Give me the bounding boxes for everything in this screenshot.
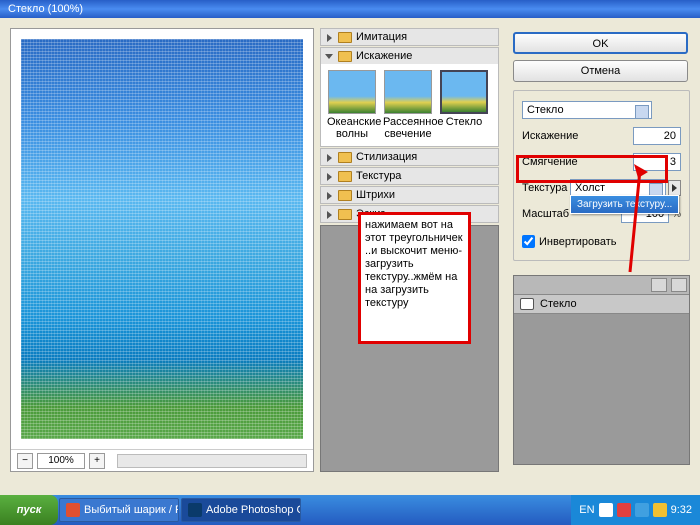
invert-checkbox[interactable] — [522, 235, 535, 248]
thumb-image — [440, 70, 488, 114]
chevron-right-icon — [325, 191, 334, 200]
tray-icon[interactable] — [617, 503, 631, 517]
category-label: Стилизация — [356, 151, 417, 163]
options-panel: OK Отмена Стекло Искажение Смягчение Тек… — [505, 18, 700, 472]
folder-icon — [338, 190, 352, 201]
thumb-label: Океанские волны — [327, 116, 381, 140]
texture-value: Холст — [575, 182, 605, 194]
filter-select[interactable]: Стекло — [522, 101, 652, 119]
eye-icon[interactable] — [520, 298, 534, 310]
folder-icon — [338, 171, 352, 182]
zoom-in-button[interactable]: + — [89, 453, 105, 469]
photoshop-icon — [188, 503, 202, 517]
category-label: Имитация — [356, 31, 407, 43]
distortion-label: Искажение — [522, 130, 633, 142]
category-label: Текстура — [356, 170, 401, 182]
delete-effect-layer-button[interactable] — [671, 278, 687, 292]
tray-icon[interactable] — [653, 503, 667, 517]
window-titlebar: Стекло (100%) — [0, 0, 700, 18]
category-label: Искажение — [356, 50, 412, 62]
clock[interactable]: 9:32 — [671, 504, 692, 516]
thumb-label: Стекло — [446, 116, 483, 128]
start-button[interactable]: пуск — [0, 495, 58, 525]
load-texture-menu-item[interactable]: Загрузить текстуру... — [570, 195, 679, 214]
category-stylize[interactable]: Стилизация — [320, 148, 499, 166]
horizontal-scrollbar[interactable] — [117, 454, 307, 468]
chevron-right-icon — [325, 172, 334, 181]
folder-icon — [338, 152, 352, 163]
effect-layer-label: Стекло — [540, 298, 577, 310]
folder-icon — [338, 209, 352, 220]
folder-icon — [338, 51, 352, 62]
texture-flyout-button[interactable] — [668, 180, 681, 196]
category-texture[interactable]: Текстура — [320, 167, 499, 185]
category-strokes[interactable]: Штрихи — [320, 186, 499, 204]
taskbar: пуск Выбитый шарик / Ph... Adobe Photosh… — [0, 495, 700, 525]
taskbar-item-label: Выбитый шарик / Ph... — [84, 504, 179, 516]
new-effect-layer-button[interactable] — [651, 278, 667, 292]
annotation-text: нажимаем вот на этот треугольничек ..и в… — [365, 219, 463, 309]
chevron-right-icon — [325, 153, 334, 162]
zoom-out-button[interactable]: − — [17, 453, 33, 469]
thumb-image — [328, 70, 376, 114]
tray-icon[interactable] — [635, 503, 649, 517]
ok-button[interactable]: OK — [513, 32, 688, 54]
chevron-right-icon — [325, 210, 334, 219]
invert-label: Инвертировать — [539, 236, 616, 248]
window-title: Стекло (100%) — [8, 3, 83, 15]
distortion-input[interactable] — [633, 127, 681, 145]
chevron-down-icon — [325, 52, 334, 61]
chevron-down-icon — [640, 109, 646, 113]
effect-layers-panel: Стекло — [513, 275, 690, 465]
category-label: Штрихи — [356, 189, 395, 201]
taskbar-item-label: Adobe Photoshop CS... — [206, 504, 301, 516]
language-indicator[interactable]: EN — [579, 504, 594, 516]
taskbar-item[interactable]: Выбитый шарик / Ph... — [59, 498, 179, 522]
chevron-down-icon — [654, 187, 660, 191]
annotation-text-box: нажимаем вот на этот треугольничек ..и в… — [358, 212, 471, 344]
cancel-button[interactable]: Отмена — [513, 60, 688, 82]
filter-thumb-ocean-waves[interactable]: Океанские волны — [327, 70, 377, 140]
workspace: − 100% + Имитация Искажение Океанские во… — [0, 18, 700, 472]
thumb-label: Рассеянное свечение — [383, 116, 444, 140]
zoom-value[interactable]: 100% — [37, 453, 85, 469]
preview-image — [21, 39, 303, 439]
preview-panel: − 100% + — [10, 28, 314, 472]
filter-select-value: Стекло — [527, 104, 564, 116]
taskbar-item[interactable]: Adobe Photoshop CS... — [181, 498, 301, 522]
folder-icon — [338, 32, 352, 43]
system-tray: EN 9:32 — [571, 495, 700, 525]
filter-thumb-diffuse-glow[interactable]: Рассеянное свечение — [383, 70, 433, 140]
distortion-row: Искажение — [522, 127, 681, 145]
preview-controls: − 100% + — [11, 449, 313, 471]
chevron-right-icon — [325, 33, 334, 42]
category-distortion[interactable]: Искажение Океанские волны Рассеянное све… — [320, 47, 499, 147]
invert-checkbox-row: Инвертировать — [522, 235, 681, 248]
thumb-image — [384, 70, 432, 114]
annotation-highlight-box — [516, 155, 668, 183]
category-imitation[interactable]: Имитация — [320, 28, 499, 46]
category-body: Океанские волны Рассеянное свечение Стек… — [321, 64, 498, 146]
opera-icon — [66, 503, 80, 517]
filter-thumb-glass[interactable]: Стекло — [439, 70, 489, 140]
texture-label: Текстура — [522, 182, 570, 194]
effect-layer-row[interactable]: Стекло — [514, 295, 689, 314]
tray-icon[interactable] — [599, 503, 613, 517]
